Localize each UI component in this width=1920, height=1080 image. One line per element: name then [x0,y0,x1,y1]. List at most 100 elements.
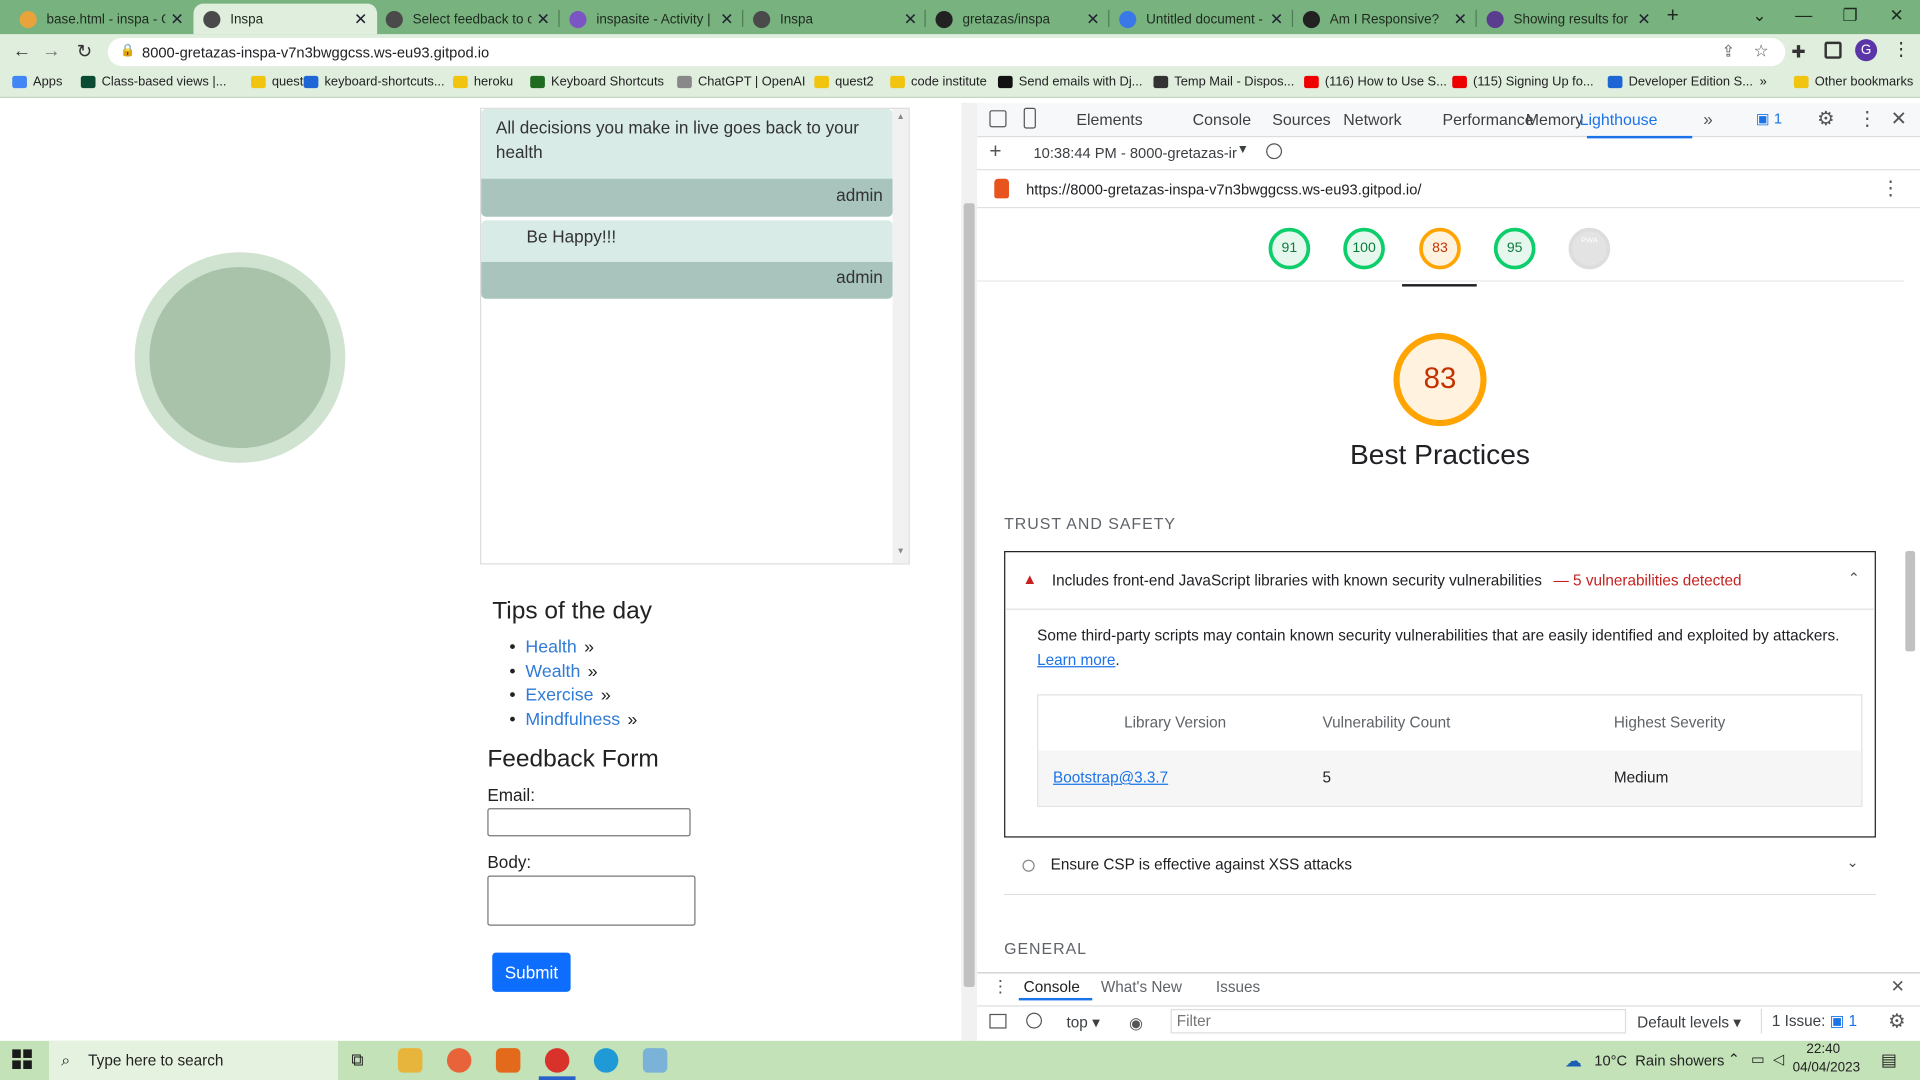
new-report-icon[interactable]: + [989,140,1001,164]
tab-close-icon[interactable]: ✕ [1637,9,1650,29]
taskbar-search-box[interactable]: ⌕ Type here to search [48,1040,338,1080]
bookmark-item[interactable]: Apps [12,75,62,89]
share-icon[interactable]: ⇪ [1722,42,1735,62]
issues-summary-button[interactable]: 1 Issue: ▣ 1 [1760,1008,1864,1034]
browser-tab[interactable]: Untitled document - G ✕ [1109,4,1293,35]
collapse-chevron-icon[interactable]: ⌃ [1848,569,1860,586]
browser-menu-icon[interactable]: ⋮ [1892,38,1910,60]
browser-tab[interactable]: Showing results for htt ✕ [1477,4,1661,35]
score-gauge[interactable]: 95 [1493,227,1536,270]
issues-badge[interactable]: ▣ 1 [1756,109,1795,131]
bookmark-item[interactable]: Developer Edition S... [1607,75,1753,89]
devtools-tab[interactable]: Memory [1526,110,1583,128]
page-scrollbar[interactable] [961,102,978,1041]
score-gauge[interactable]: 100 [1343,227,1385,270]
tab-close-icon[interactable]: ✕ [170,9,183,29]
app-icon[interactable] [642,1048,668,1073]
tip-link[interactable]: Mindfulness [525,710,620,730]
back-icon[interactable]: ← [9,40,36,61]
devtools-tab[interactable]: Performance [1442,110,1533,128]
forward-icon[interactable]: → [38,40,65,61]
drawer-close-icon[interactable]: ✕ [1891,976,1905,997]
browser-tab[interactable]: Inspa ✕ [743,4,927,35]
devtools-tab[interactable]: Elements [1076,110,1142,128]
profile-avatar[interactable]: G [1855,39,1878,62]
clear-reports-icon[interactable] [1266,143,1283,160]
devtools-menu-icon[interactable]: ⋮ [1858,107,1878,131]
tab-close-icon[interactable]: ✕ [904,9,917,29]
devtools-close-icon[interactable]: ✕ [1891,107,1907,131]
browser-tab[interactable]: Inspa ✕ [193,3,378,35]
windows-start-icon[interactable] [12,1049,32,1069]
context-selector[interactable]: top ▾ [1067,1013,1100,1031]
devtools-tab[interactable]: Network [1343,110,1401,128]
drawer-tab[interactable]: Issues [1216,978,1260,995]
bookmark-item[interactable]: ChatGPT | OpenAI [677,75,805,89]
notifications-icon[interactable]: ▤ [1881,1049,1897,1070]
drawer-menu-icon[interactable]: ⋮ [992,976,1009,997]
console-settings-icon[interactable]: ⚙ [1888,1009,1906,1033]
task-view-icon[interactable]: ⧉ [351,1049,363,1070]
report-selector-chevron-icon[interactable]: ▼ [1237,143,1249,156]
more-tabs-button[interactable]: » [1703,109,1713,129]
clear-console-icon[interactable] [1026,1012,1043,1029]
bookmark-item[interactable]: (116) How to Use S... [1304,75,1447,89]
tip-link[interactable]: Wealth [525,662,580,682]
tab-close-icon[interactable]: ✕ [354,9,367,29]
bookmark-item[interactable]: quest2 [814,75,874,89]
expand-chevron-icon[interactable]: ⌄ [1847,853,1859,870]
device-toolbar-icon[interactable] [1023,107,1036,129]
audit-collapsed[interactable]: Ensure CSP is effective against XSS atta… [1004,838,1876,896]
score-gauge[interactable]: 91 [1268,227,1311,270]
devtools-tab[interactable]: Console [1193,110,1251,128]
submit-button[interactable]: Submit [492,952,571,992]
drawer-tab[interactable]: Console [1024,978,1080,995]
chrome-icon[interactable] [544,1048,570,1073]
live-expression-eye-icon[interactable]: ◉ [1129,1014,1143,1034]
address-bar[interactable]: 🔒 8000-gretazas-inspa-v7n3bwggcss.ws-eu9… [107,37,1786,67]
report-menu-icon[interactable]: ⋮ [1881,176,1901,200]
devtools-settings-icon[interactable]: ⚙ [1817,107,1835,131]
browser-tab[interactable]: base.html - inspa - Git ✕ [10,4,194,35]
sidebar-toggle-icon[interactable] [989,1013,1007,1029]
tray-chevron-icon[interactable]: ⌃ [1728,1051,1740,1068]
messages-scrollbar[interactable]: ▲ ▼ [892,108,909,564]
bookmark-item[interactable]: Class-based views |... [80,75,226,89]
report-scrollbar[interactable] [1903,213,1918,965]
learn-more-link[interactable]: Learn more [1037,651,1115,668]
network-icon[interactable]: ▭ [1751,1051,1765,1068]
browser-tab[interactable]: Select feedback to cha✕ [376,4,560,35]
clock-time[interactable]: 22:40 [1793,1042,1854,1057]
body-textarea[interactable] [487,875,696,926]
bookmark-item[interactable]: heroku [453,75,513,89]
firefox-icon[interactable] [446,1048,472,1073]
edge-icon[interactable] [593,1048,619,1073]
bookmark-item[interactable]: Temp Mail - Dispos... [1153,75,1294,89]
audit-header[interactable]: ▲ Includes front-end JavaScript librarie… [1005,552,1875,610]
inspect-element-icon[interactable] [989,110,1007,128]
score-gauge[interactable]: 83 [1419,227,1461,270]
report-selector[interactable]: 10:38:44 PM - 8000-gretazas-ir [1033,144,1249,161]
tip-link[interactable]: Health [525,638,576,658]
page-scroll-thumb[interactable] [963,203,975,987]
report-url[interactable]: https://8000-gretazas-inspa-v7n3bwggcss.… [1026,181,1421,198]
scroll-up-icon[interactable]: ▲ [896,113,904,122]
devtools-tab[interactable]: Lighthouse [1580,110,1658,128]
tab-close-icon[interactable]: ✕ [536,9,549,29]
reload-icon[interactable]: ↻ [71,40,98,63]
tab-close-icon[interactable]: ✕ [1270,9,1283,29]
bookmark-item[interactable]: Send emails with Dj... [997,75,1142,89]
pwa-gauge[interactable]: PWA [1568,227,1611,270]
drawer-tab[interactable]: What's New [1101,978,1182,995]
bookmark-star-icon[interactable]: ☆ [1753,40,1768,61]
report-scroll-thumb[interactable] [1905,551,1916,652]
library-link[interactable]: Bootstrap@3.3.7 [1053,769,1168,786]
tip-link[interactable]: Exercise [525,686,593,706]
tab-search-icon[interactable]: ⌄ [1739,5,1781,26]
browser-tab[interactable]: inspasite - Activity | He ✕ [560,4,744,35]
console-filter-input[interactable] [1170,1008,1627,1034]
browser-tab[interactable]: Am I Responsive? ✕ [1293,4,1477,35]
tab-close-icon[interactable]: ✕ [1086,9,1099,29]
bookmark-item[interactable]: Keyboard Shortcuts [530,75,664,89]
side-panel-icon[interactable] [1824,41,1842,59]
